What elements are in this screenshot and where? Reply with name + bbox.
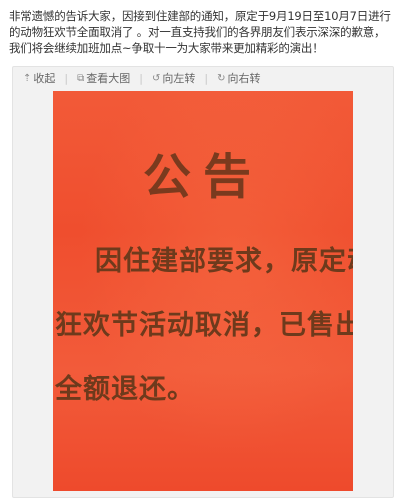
rotate-right-icon: ↻ — [217, 72, 226, 84]
notice-photo[interactable]: 公告 因住建部要求，原定动物 狂欢节活动取消，已售出门票 全额退还。 — [53, 91, 353, 491]
view-large-label: 查看大图 — [86, 72, 131, 85]
rotate-left-label: 向左转 — [162, 72, 196, 85]
notice-line-2: 狂欢节活动取消，已售出门票 — [55, 310, 353, 341]
notice-line-3: 全额退还。 — [55, 374, 195, 405]
divider: | — [139, 71, 143, 85]
notice-title: 公告 — [142, 149, 263, 205]
rotate-right-label: 向右转 — [227, 72, 261, 85]
rotate-left-button[interactable]: ↺ 向左转 — [149, 70, 198, 86]
up-arrow-icon: ⇡ — [23, 72, 32, 84]
media-expanded-box: ⇡ 收起 | ⧉ 查看大图 | ↺ 向左转 | ↻ 向右转 公告 因住建部要求，… — [12, 66, 394, 498]
rotate-right-button[interactable]: ↻ 向右转 — [214, 70, 263, 86]
post-text: 非常遗憾的告诉大家，因接到住建部的通知，原定于9月19日至10月7日进行的动物狂… — [9, 9, 391, 55]
notice-line-1: 因住建部要求，原定动物 — [95, 246, 353, 277]
collapse-button[interactable]: ⇡ 收起 — [13, 70, 58, 86]
collapse-label: 收起 — [33, 72, 56, 85]
divider: | — [64, 71, 69, 85]
rotate-left-icon: ↺ — [151, 72, 161, 84]
media-toolbar: ⇡ 收起 | ⧉ 查看大图 | ↺ 向左转 | ↻ 向右转 — [13, 67, 393, 89]
divider: | — [204, 71, 209, 85]
view-large-image-button[interactable]: ⧉ 查看大图 — [74, 70, 133, 86]
external-link-icon: ⧉ — [77, 72, 85, 84]
